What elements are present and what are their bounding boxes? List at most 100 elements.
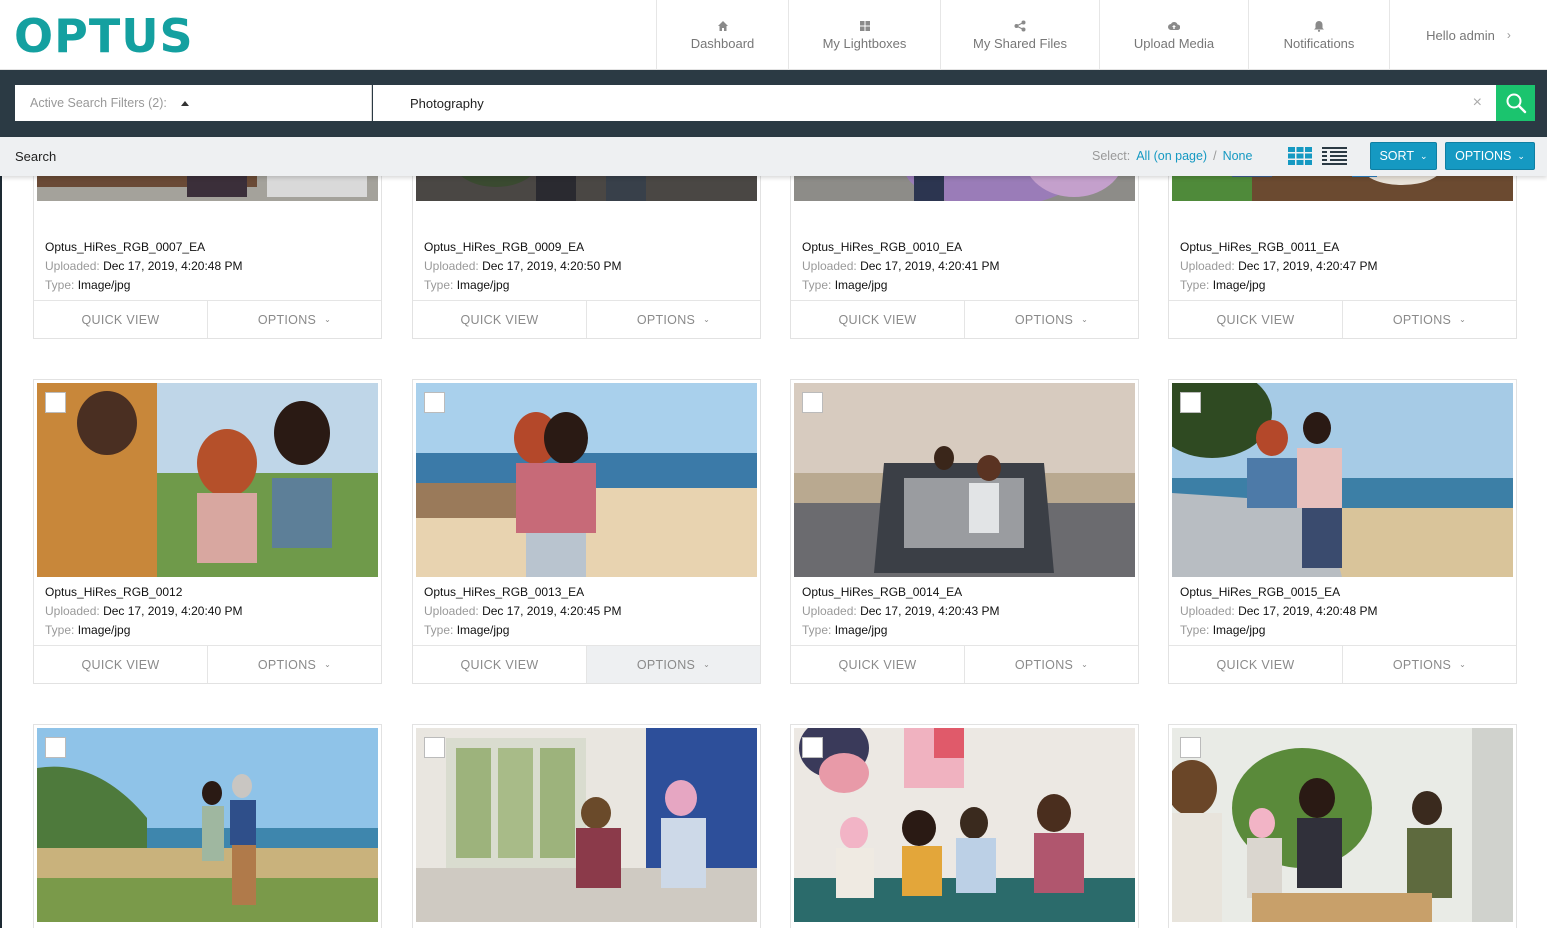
card-actions: QUICK VIEW OPTIONS ⌄	[1169, 300, 1516, 338]
nav-my-lightboxes[interactable]: My Lightboxes	[788, 0, 940, 70]
card-options-button[interactable]: OPTIONS ⌄	[207, 646, 381, 683]
select-all-link[interactable]: All (on page)	[1136, 149, 1207, 163]
nav-upload-media-label: Upload Media	[1133, 35, 1215, 51]
asset-card[interactable]: Optus_HiRes_RGB_0007_EA Uploaded: Dec 17…	[33, 176, 382, 339]
card-options-button[interactable]: OPTIONS ⌄	[1342, 646, 1516, 683]
select-label: Select:	[1092, 149, 1131, 163]
asset-thumbnail[interactable]	[1172, 728, 1513, 922]
quick-view-button[interactable]: QUICK VIEW	[34, 646, 207, 683]
active-filters-toggle[interactable]: Active Search Filters (2):	[15, 85, 372, 121]
select-checkbox[interactable]	[424, 392, 445, 413]
select-separator: /	[1213, 149, 1217, 163]
asset-thumbnail[interactable]	[1172, 176, 1513, 201]
asset-card[interactable]: Optus_HiRes_RGB_0010_EA Uploaded: Dec 17…	[790, 176, 1139, 339]
grid-view-icon[interactable]	[1288, 146, 1312, 166]
asset-thumbnail[interactable]	[416, 383, 757, 577]
chevron-down-icon: ⌄	[1081, 660, 1089, 669]
quick-view-button[interactable]: QUICK VIEW	[413, 301, 586, 338]
uploaded-value: Dec 17, 2019, 4:20:45 PM	[482, 604, 622, 618]
select-controls: Select: All (on page) / None	[1092, 149, 1252, 163]
select-none-link[interactable]: None	[1223, 149, 1253, 163]
asset-thumbnail[interactable]	[1172, 383, 1513, 577]
sort-button[interactable]: SORT ⌄	[1370, 142, 1437, 170]
quick-view-button[interactable]: QUICK VIEW	[791, 301, 964, 338]
results-grid: Optus_HiRes_RGB_0007_EA Uploaded: Dec 17…	[0, 176, 1547, 928]
optus-logo[interactable]: OPTUS	[14, 11, 194, 61]
asset-card[interactable]: Optus_HiRes_RGB_0015_EA Uploaded: Dec 17…	[1168, 379, 1517, 684]
asset-card[interactable]	[790, 724, 1139, 928]
uploaded-value: Dec 17, 2019, 4:20:43 PM	[860, 604, 1000, 618]
asset-card[interactable]	[412, 724, 761, 928]
asset-thumbnail[interactable]	[794, 176, 1135, 201]
chevron-down-icon: ⌄	[1517, 150, 1525, 161]
card-actions: QUICK VIEW OPTIONS ⌄	[791, 300, 1138, 338]
uploaded-key: Uploaded:	[45, 604, 100, 618]
card-actions: QUICK VIEW OPTIONS ⌄	[1169, 645, 1516, 683]
chevron-right-icon: ›	[1506, 28, 1511, 42]
card-actions: QUICK VIEW OPTIONS ⌄	[791, 645, 1138, 683]
uploaded-value: Dec 17, 2019, 4:20:47 PM	[1238, 259, 1378, 273]
select-checkbox[interactable]	[802, 392, 823, 413]
sort-button-label: SORT	[1379, 149, 1414, 163]
results-toolbar: Search Select: All (on page) / None SORT…	[0, 137, 1547, 176]
search-input[interactable]: Photography ×	[373, 85, 1496, 121]
select-checkbox[interactable]	[802, 737, 823, 758]
search-button[interactable]	[1496, 85, 1535, 121]
card-options-button[interactable]: OPTIONS ⌄	[964, 646, 1138, 683]
quick-view-button[interactable]: QUICK VIEW	[413, 646, 586, 683]
asset-filename: Optus_HiRes_RGB_0013_EA	[424, 585, 585, 599]
asset-thumbnail[interactable]	[794, 383, 1135, 577]
user-menu[interactable]: Hello admin ›	[1389, 0, 1547, 70]
quick-view-button[interactable]: QUICK VIEW	[791, 646, 964, 683]
uploaded-value: Dec 17, 2019, 4:20:48 PM	[103, 259, 243, 273]
card-options-button[interactable]: OPTIONS ⌄	[964, 301, 1138, 338]
asset-thumbnail[interactable]	[416, 728, 757, 922]
select-checkbox[interactable]	[1180, 392, 1201, 413]
uploaded-key: Uploaded:	[424, 604, 479, 618]
nav-notifications[interactable]: Notifications	[1248, 0, 1389, 70]
asset-card[interactable]: Optus_HiRes_RGB_0014_EA Uploaded: Dec 17…	[790, 379, 1139, 684]
card-options-button[interactable]: OPTIONS ⌄	[1342, 301, 1516, 338]
asset-thumbnail[interactable]	[37, 728, 378, 922]
asset-thumbnail[interactable]	[794, 728, 1135, 922]
quick-view-button[interactable]: QUICK VIEW	[1169, 646, 1342, 683]
chevron-down-icon: ⌄	[1459, 315, 1467, 324]
type-key: Type:	[45, 623, 75, 637]
asset-card[interactable]: Optus_HiRes_RGB_0012 Uploaded: Dec 17, 2…	[33, 379, 382, 684]
quick-view-button[interactable]: QUICK VIEW	[34, 301, 207, 338]
card-options-button[interactable]: OPTIONS ⌄	[207, 301, 381, 338]
chevron-down-icon: ⌄	[703, 315, 711, 324]
card-options-label: OPTIONS	[257, 657, 317, 672]
asset-thumbnail[interactable]	[37, 383, 378, 577]
select-checkbox[interactable]	[1180, 737, 1201, 758]
asset-card[interactable]: Optus_HiRes_RGB_0011_EA Uploaded: Dec 17…	[1168, 176, 1517, 339]
type-value: Image/jpg	[456, 278, 510, 292]
select-checkbox[interactable]	[45, 392, 66, 413]
nav-upload-media[interactable]: Upload Media	[1099, 0, 1248, 70]
chevron-down-icon: ⌄	[703, 660, 711, 669]
card-options-button[interactable]: OPTIONS ⌄	[586, 646, 760, 683]
uploaded-key: Uploaded:	[1180, 604, 1235, 618]
quick-view-button[interactable]: QUICK VIEW	[1169, 301, 1342, 338]
nav-my-shared-files[interactable]: My Shared Files	[940, 0, 1099, 70]
chevron-down-icon: ⌄	[1419, 150, 1428, 161]
options-button[interactable]: OPTIONS ⌄	[1445, 142, 1535, 170]
search-icon	[1506, 93, 1526, 114]
card-actions: QUICK VIEW OPTIONS ⌄	[34, 645, 381, 683]
asset-thumbnail[interactable]	[416, 176, 757, 201]
nav-dashboard[interactable]: Dashboard	[656, 0, 788, 70]
clear-icon[interactable]: ×	[1473, 94, 1482, 112]
asset-card[interactable]: Optus_HiRes_RGB_0009_EA Uploaded: Dec 17…	[412, 176, 761, 339]
asset-thumbnail[interactable]	[37, 176, 378, 201]
asset-card[interactable]	[1168, 724, 1517, 928]
asset-card[interactable]: Optus_HiRes_RGB_0013_EA Uploaded: Dec 17…	[412, 379, 761, 684]
card-options-button[interactable]: OPTIONS ⌄	[586, 301, 760, 338]
select-checkbox[interactable]	[424, 737, 445, 758]
chevron-up-icon	[180, 100, 189, 106]
card-options-label: OPTIONS	[1014, 657, 1074, 672]
nav-my-shared-files-label: My Shared Files	[973, 35, 1067, 51]
select-checkbox[interactable]	[45, 737, 66, 758]
asset-card[interactable]	[33, 724, 382, 928]
type-value: Image/jpg	[456, 623, 510, 637]
list-view-icon[interactable]	[1322, 146, 1347, 166]
